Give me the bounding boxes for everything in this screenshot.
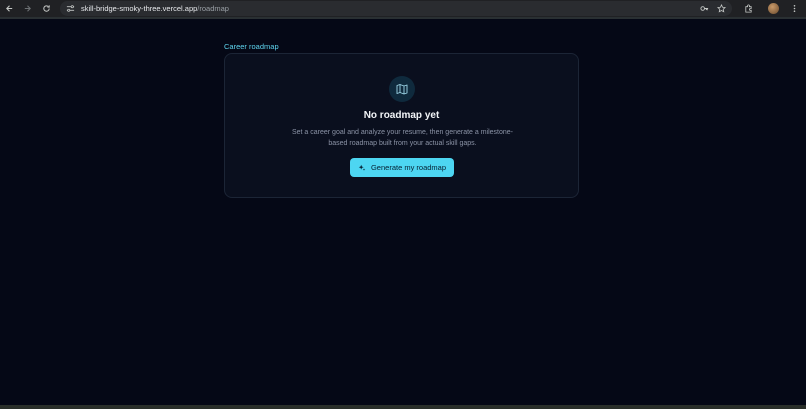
map-icon: [389, 76, 415, 102]
bookmark-star-icon[interactable]: [714, 0, 728, 17]
url-path: /roadmap: [197, 4, 229, 13]
address-bar[interactable]: skill-bridge-smoky-three.vercel.app/road…: [60, 1, 732, 16]
url-text: skill-bridge-smoky-three.vercel.app/road…: [81, 4, 229, 13]
toolbar-divider: [0, 17, 806, 19]
browser-toolbar: skill-bridge-smoky-three.vercel.app/road…: [0, 0, 806, 17]
generate-roadmap-button[interactable]: Generate my roadmap: [350, 158, 454, 177]
password-key-icon[interactable]: [697, 0, 711, 17]
forward-icon[interactable]: [20, 0, 34, 17]
empty-state-description: Set a career goal and analyze your resum…: [291, 129, 514, 147]
extensions-icon[interactable]: [741, 0, 755, 17]
more-menu-icon[interactable]: [787, 0, 801, 17]
generate-roadmap-label: Generate my roadmap: [370, 163, 447, 172]
back-icon[interactable]: [2, 0, 16, 17]
bottom-taskbar-edge: [0, 405, 806, 409]
profile-avatar[interactable]: [768, 3, 779, 14]
url-domain: skill-bridge-smoky-three.vercel.app: [81, 4, 198, 13]
empty-state-card: No roadmap yet Set a career goal and ana…: [224, 53, 579, 198]
reload-icon[interactable]: [39, 0, 53, 17]
site-settings-icon[interactable]: [66, 4, 75, 13]
sparkles-icon: [358, 164, 366, 171]
section-label: Career roadmap: [224, 42, 279, 51]
empty-state-title: No roadmap yet: [363, 110, 440, 121]
